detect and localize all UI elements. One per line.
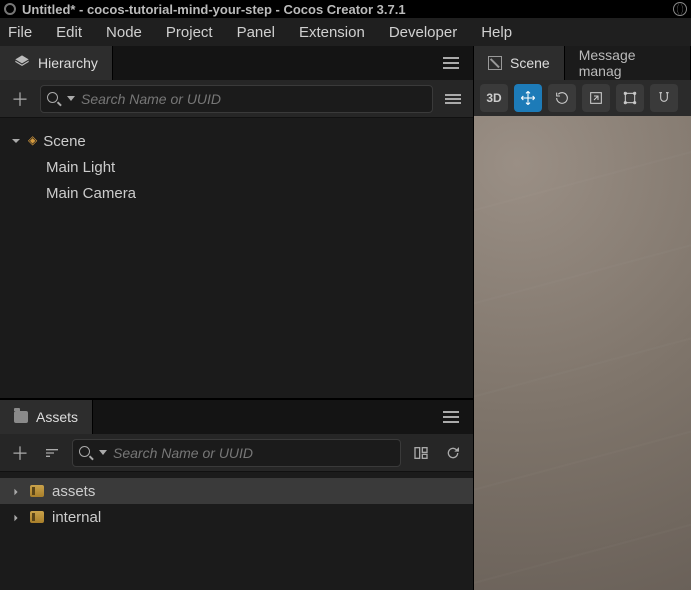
scene-toolbar: 3D: [474, 80, 691, 116]
window-title: Untitled* - cocos-tutorial-mind-your-ste…: [22, 2, 406, 17]
menu-developer[interactable]: Developer: [389, 24, 457, 41]
add-node-button[interactable]: ＋: [8, 87, 32, 111]
chevron-right-icon[interactable]: [12, 509, 22, 526]
search-icon: [47, 92, 61, 106]
assets-folder-label: internal: [52, 509, 101, 526]
layers-icon: [14, 54, 30, 73]
assets-search[interactable]: [72, 439, 401, 467]
scene-icon: ◈: [28, 133, 37, 147]
assets-menu-button[interactable]: [429, 400, 473, 434]
menu-node[interactable]: Node: [106, 24, 142, 41]
refresh-assets-button[interactable]: [441, 441, 465, 465]
search-dropdown-icon[interactable]: [99, 450, 107, 455]
menu-edit[interactable]: Edit: [56, 24, 82, 41]
assets-layout-button[interactable]: [409, 441, 433, 465]
list-icon: [445, 94, 461, 104]
assets-folder-label: assets: [52, 483, 95, 500]
scene-tab-label: Scene: [510, 55, 550, 71]
search-dropdown-icon[interactable]: [67, 96, 75, 101]
globe-icon[interactable]: [673, 2, 687, 16]
scene-viewport[interactable]: [474, 116, 691, 590]
assets-tree: assets internal: [0, 472, 473, 590]
hamburger-icon: [443, 411, 459, 423]
tab-hierarchy[interactable]: Hierarchy: [0, 46, 113, 80]
menu-project[interactable]: Project: [166, 24, 213, 41]
assets-tab-label: Assets: [36, 409, 78, 425]
menubar: File Edit Node Project Panel Extension D…: [0, 18, 691, 46]
app-icon: [4, 3, 16, 15]
hierarchy-search[interactable]: [40, 85, 433, 113]
hierarchy-node-main-light[interactable]: Main Light: [6, 154, 467, 180]
hierarchy-node-label: Main Light: [46, 159, 115, 176]
menu-help[interactable]: Help: [481, 24, 512, 41]
move-tool-button[interactable]: [514, 84, 542, 112]
scale-tool-button[interactable]: [582, 84, 610, 112]
hierarchy-tree: ◈ Scene Main Light Main Camera: [0, 118, 473, 398]
hierarchy-menu-button[interactable]: [429, 46, 473, 80]
hierarchy-root-label: Scene: [43, 133, 86, 150]
tab-scene[interactable]: Scene: [474, 46, 565, 80]
add-asset-button[interactable]: ＋: [8, 441, 32, 465]
assets-folder-assets[interactable]: assets: [0, 478, 473, 504]
rect-tool-button[interactable]: [616, 84, 644, 112]
scene-panel-icon: [488, 56, 502, 70]
hierarchy-tabs: Hierarchy: [0, 46, 473, 80]
titlebar: Untitled* - cocos-tutorial-mind-your-ste…: [0, 0, 691, 18]
rotate-tool-button[interactable]: [548, 84, 576, 112]
snap-tool-button[interactable]: [650, 84, 678, 112]
assets-toolbar: ＋: [0, 434, 473, 472]
assets-folder-internal[interactable]: internal: [0, 504, 473, 530]
folder-icon: [14, 411, 28, 423]
hierarchy-search-input[interactable]: [81, 91, 426, 107]
hierarchy-tab-label: Hierarchy: [38, 55, 98, 71]
search-icon: [79, 446, 93, 460]
db-folder-icon: [30, 485, 44, 497]
hierarchy-node-main-camera[interactable]: Main Camera: [6, 180, 467, 206]
tab-message-manager[interactable]: Message manag: [565, 46, 691, 80]
db-folder-icon: [30, 511, 44, 523]
tab-assets[interactable]: Assets: [0, 400, 93, 434]
caret-down-icon[interactable]: [10, 135, 22, 147]
hierarchy-root-scene[interactable]: ◈ Scene: [6, 128, 467, 154]
sort-assets-button[interactable]: [40, 441, 64, 465]
hierarchy-list-mode-button[interactable]: [441, 87, 465, 111]
menu-panel[interactable]: Panel: [237, 24, 275, 41]
hierarchy-node-label: Main Camera: [46, 185, 136, 202]
assets-search-input[interactable]: [113, 445, 394, 461]
chevron-right-icon[interactable]: [12, 483, 22, 500]
assets-tabs: Assets: [0, 400, 473, 434]
hamburger-icon: [443, 57, 459, 69]
menu-extension[interactable]: Extension: [299, 24, 365, 41]
scene-tabs: Scene Message manag: [474, 46, 691, 80]
message-tab-label: Message manag: [579, 47, 676, 79]
menu-file[interactable]: File: [8, 24, 32, 41]
view-mode-3d-button[interactable]: 3D: [480, 84, 508, 112]
hierarchy-toolbar: ＋: [0, 80, 473, 118]
